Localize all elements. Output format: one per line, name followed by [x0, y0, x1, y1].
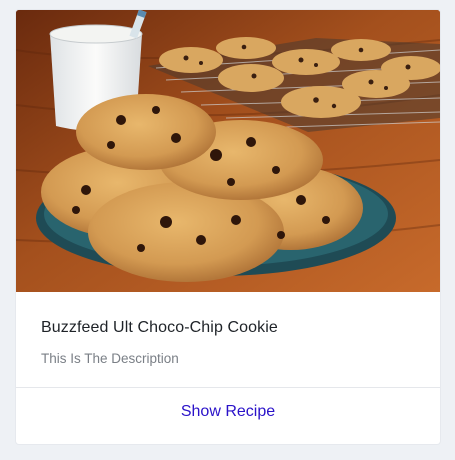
card-body: Buzzfeed Ult Choco-Chip Cookie This Is T… [16, 292, 440, 388]
recipe-description: This Is The Description [41, 351, 179, 366]
show-recipe-link[interactable]: Show Recipe [181, 403, 275, 421]
recipe-title: Buzzfeed Ult Choco-Chip Cookie [41, 319, 278, 336]
recipe-image [16, 10, 440, 292]
recipe-card: Buzzfeed Ult Choco-Chip Cookie This Is T… [16, 10, 440, 444]
card-footer: Show Recipe [16, 388, 440, 444]
